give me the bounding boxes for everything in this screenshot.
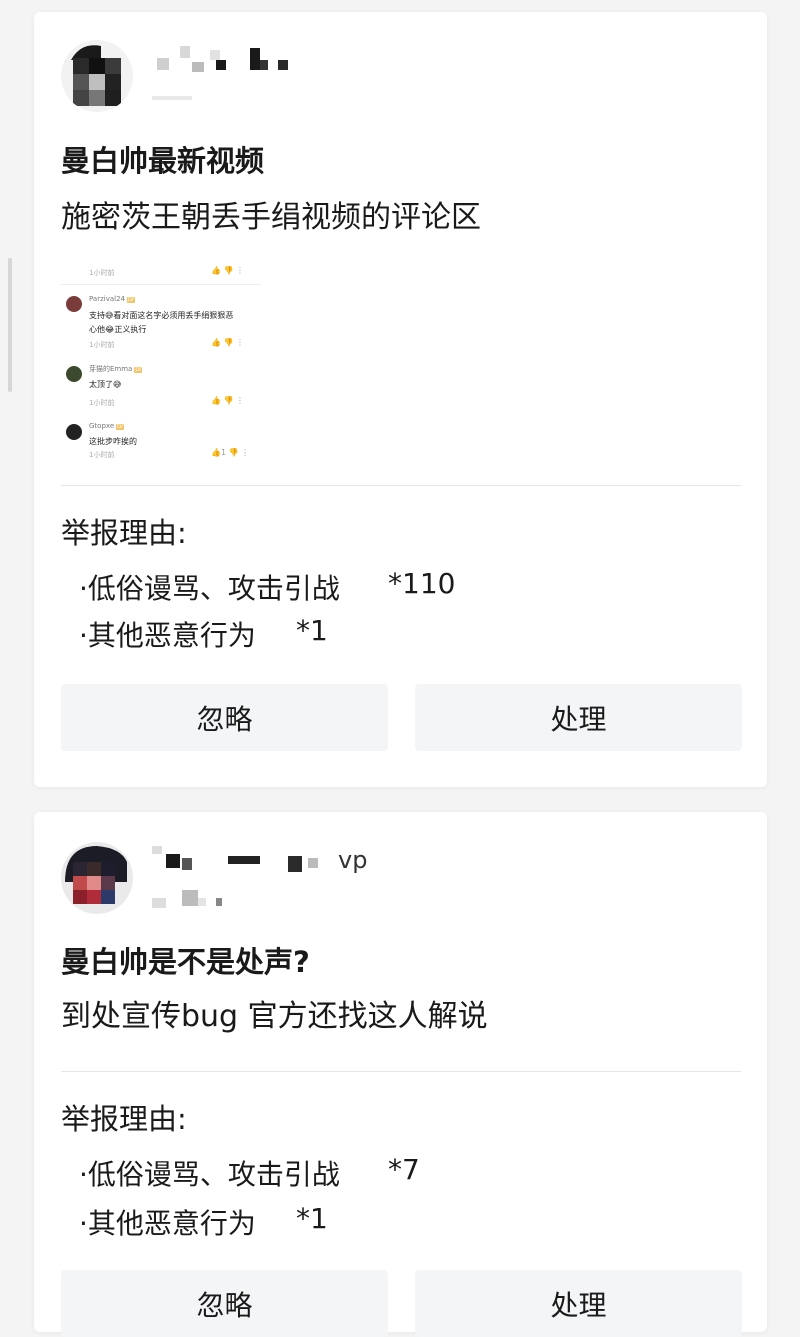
reason-count: *110 — [388, 567, 456, 600]
redacted-username — [152, 40, 392, 110]
handle-button[interactable]: 处理 — [415, 1270, 742, 1337]
pixelated-avatar-image — [61, 842, 133, 914]
report-description: 施密茨王朝丢手绢视频的评论区 — [61, 200, 481, 235]
divider — [61, 1071, 741, 1072]
comment-meta: 1小时前 — [89, 451, 115, 459]
report-reason-heading: 举报理由: — [61, 516, 187, 550]
comment-text: 这批步咋挨的 — [89, 437, 137, 446]
scroll-indicator[interactable] — [8, 258, 12, 392]
reason-label: ·其他恶意行为 — [79, 1207, 256, 1240]
report-reason-item: ·其他恶意行为 *1 — [79, 614, 328, 654]
report-card: 曼白帅最新视频 施密茨王朝丢手绢视频的评论区 1小时前 👍 👎 ⋮ Parziv… — [34, 12, 767, 787]
commenter-avatar — [66, 424, 82, 440]
report-title: 曼白帅最新视频 — [61, 144, 265, 178]
pixelated-avatar-image — [61, 40, 133, 112]
divider — [61, 485, 741, 486]
commenter-name: Parzival24 LV — [89, 295, 135, 303]
comment-actions: 👍 👎 ⋮ — [211, 338, 245, 347]
commenter-name: Gtopxe LV — [89, 422, 124, 430]
report-reason-heading: 举报理由: — [61, 1102, 187, 1136]
comment-actions: 👍 👎 ⋮ — [211, 266, 245, 275]
commenter-avatar — [66, 296, 82, 312]
commenter-name: 芽猫的Emma LV — [89, 365, 143, 373]
comment-screenshot[interactable]: 1小时前 👍 👎 ⋮ Parzival24 LV 支持😅看对面这名字必须用丢手绢狠… — [61, 248, 261, 459]
handle-button[interactable]: 处理 — [415, 684, 742, 751]
avatar[interactable] — [61, 40, 133, 112]
ignore-button[interactable]: 忽略 — [61, 1270, 388, 1337]
comment-meta: 1小时前 — [89, 269, 115, 277]
redacted-name-pixels — [152, 46, 288, 100]
commenter-avatar — [66, 366, 82, 382]
avatar[interactable] — [61, 842, 133, 914]
report-description: 到处宣传bug 官方还找这人解说 — [61, 999, 488, 1034]
comment-actions: 👍1 👎 ⋮ — [211, 448, 250, 457]
comment-meta: 1小时前 — [89, 399, 115, 407]
reason-count: *1 — [296, 1202, 328, 1235]
report-card: vp 曼白帅是不是处声? 到处宣传bug 官方还找这人解说 举报理由: ·低俗谩… — [34, 812, 767, 1337]
report-reason-item: ·低俗谩骂、攻击引战 *7 — [79, 1153, 420, 1193]
reason-count: *1 — [296, 614, 328, 647]
redacted-username: vp — [152, 842, 392, 912]
comment-text: 支持😅看对面这名字必须用丢手绢狠狠恶心他😂正义执行 — [89, 311, 234, 334]
username-suffix: vp — [338, 846, 368, 874]
comment-actions: 👍 👎 ⋮ — [211, 396, 245, 405]
report-reason-item: ·低俗谩骂、攻击引战 *110 — [79, 567, 455, 607]
ignore-button[interactable]: 忽略 — [61, 684, 388, 751]
reason-label: ·其他恶意行为 — [79, 619, 256, 652]
comment-text: 太顶了😅 — [89, 380, 122, 389]
reason-label: ·低俗谩骂、攻击引战 — [79, 1158, 340, 1191]
reason-count: *7 — [388, 1153, 420, 1186]
report-title: 曼白帅是不是处声? — [61, 945, 310, 979]
comment-meta: 1小时前 — [89, 341, 115, 349]
report-reason-item: ·其他恶意行为 *1 — [79, 1202, 328, 1242]
divider — [61, 284, 261, 285]
reason-label: ·低俗谩骂、攻击引战 — [79, 572, 340, 605]
